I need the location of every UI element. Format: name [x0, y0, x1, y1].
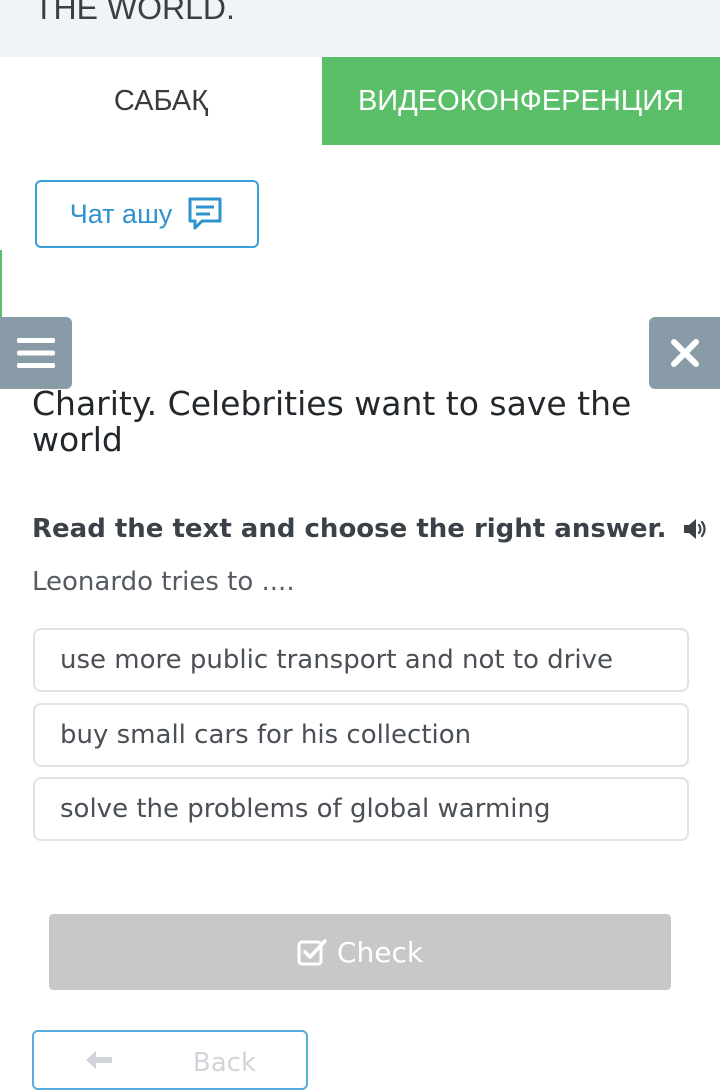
question-text: Leonardo tries to ....	[32, 567, 295, 597]
top-banner: THE WORLD.	[0, 0, 720, 57]
check-label: Check	[336, 935, 424, 969]
answer-option-1[interactable]: use more public transport and not to dri…	[33, 628, 689, 692]
lesson-title: Charity. Celebrities want to save the wo…	[32, 384, 632, 459]
open-chat-button[interactable]: Чат ашу	[35, 180, 259, 248]
close-button[interactable]	[649, 317, 720, 389]
speaker-icon[interactable]	[682, 517, 710, 541]
answer-option-2[interactable]: buy small cars for his collection	[33, 703, 689, 767]
banner-title: THE WORLD.	[34, 0, 235, 26]
checkbox-check-icon	[297, 939, 327, 966]
back-label: Back	[192, 1048, 256, 1078]
back-button[interactable]: Back	[32, 1030, 308, 1090]
instruction-text: Read the text and choose the right answe…	[32, 514, 667, 544]
chat-icon	[188, 197, 222, 230]
side-accent	[0, 250, 2, 320]
arrow-left-icon	[86, 1051, 112, 1069]
close-icon	[670, 339, 699, 367]
tab-videoconference[interactable]: ВИДЕОКОНФЕРЕНЦИЯ	[322, 57, 720, 145]
menu-button[interactable]	[0, 317, 72, 389]
hamburger-icon	[17, 338, 55, 368]
instruction-row: Read the text and choose the right answe…	[32, 514, 710, 544]
open-chat-label: Чат ашу	[69, 198, 173, 229]
check-button[interactable]: Check	[49, 914, 671, 990]
tab-lesson[interactable]: САБАҚ	[0, 57, 322, 145]
answer-option-3[interactable]: solve the problems of global warming	[33, 777, 689, 841]
